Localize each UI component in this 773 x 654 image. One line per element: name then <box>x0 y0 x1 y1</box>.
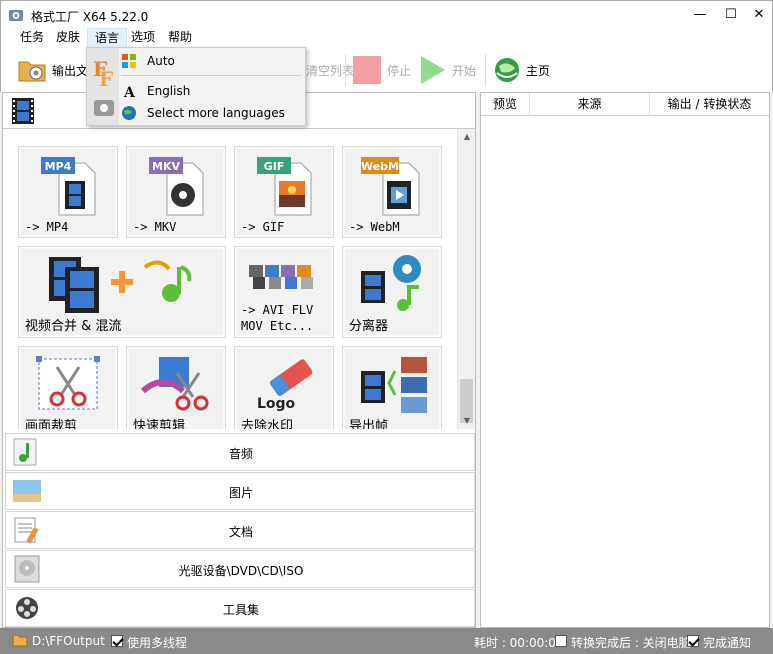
close-button[interactable]: ✕ <box>744 1 773 29</box>
crop-scissors-icon <box>36 356 100 410</box>
language-option-english[interactable]: A English <box>119 80 305 102</box>
multi-format-icon <box>249 265 313 289</box>
stop-icon <box>353 56 381 84</box>
svg-text:F: F <box>99 67 113 91</box>
gif-file-icon: GIF <box>257 157 312 216</box>
menu-task[interactable]: 任务 <box>13 28 51 48</box>
category-disc-drive[interactable]: 光驱设备\DVD\CD\ISO <box>5 550 475 588</box>
start-button[interactable]: 开始 <box>419 53 476 87</box>
clear-list-button[interactable]: 清空列表 <box>301 53 354 87</box>
status-bar: D:\FFOutput 使用多线程 耗时 : 00:00:00 转换完成后 : … <box>0 628 773 654</box>
multithread-label: 使用多线程 <box>127 636 188 650</box>
film-strip-icon <box>12 98 34 124</box>
multithread-checkbox[interactable] <box>111 634 123 648</box>
tile-video-merge-mux[interactable]: 视频合并 & 混流 <box>18 246 226 338</box>
letter-a-icon: A <box>123 85 136 99</box>
tile-label: -> GIF <box>241 220 285 234</box>
tile-label: -> MKV <box>133 220 177 234</box>
quick-cut-icon <box>140 357 209 411</box>
tile-label: 导出帧 <box>349 419 389 429</box>
webm-file-icon: WebM <box>361 157 420 216</box>
language-option-more[interactable]: Select more languages <box>119 102 305 124</box>
tile-to-webm[interactable]: WebM -> WebM <box>342 146 442 238</box>
output-path[interactable]: D:\FFOutput <box>32 634 105 648</box>
toolbar-divider <box>345 54 346 86</box>
globe-home-icon <box>495 58 519 82</box>
format-factory-logo-icon: F F <box>93 57 114 116</box>
tile-label: 分离器 <box>349 319 389 334</box>
svg-text:MKV: MKV <box>152 160 180 173</box>
stop-button[interactable]: 停止 <box>352 53 411 87</box>
tile-splitter[interactable]: 分离器 <box>342 246 442 338</box>
tile-remove-watermark[interactable]: Logo 去除水印 <box>234 346 334 429</box>
menu-side-banner: F F <box>87 48 119 125</box>
svg-text:A: A <box>123 85 136 99</box>
merge-film-music-icon <box>49 257 192 313</box>
scroll-down-arrow-icon[interactable]: ▼ <box>458 413 476 429</box>
tile-quick-cut[interactable]: 快速剪辑 <box>126 346 226 429</box>
svg-text:WebM: WebM <box>361 160 399 173</box>
toolbar-divider <box>485 54 486 86</box>
maximize-button[interactable]: ☐ <box>718 1 744 29</box>
windows-icon <box>122 54 136 68</box>
tile-export-frames[interactable]: 导出帧 <box>342 346 442 429</box>
menu-skin[interactable]: 皮肤 <box>49 28 87 48</box>
tile-to-avi-flv-mov[interactable]: -> AVI FLV MOV Etc... <box>234 246 334 338</box>
category-picture[interactable]: 图片 <box>5 472 475 510</box>
home-button[interactable]: 主页 <box>493 53 550 87</box>
elapsed-time: 耗时 : 00:00:00 <box>474 636 564 650</box>
video-tools-grid: MP4 -> MP4 MKV -> MKV GIF -> GIF WebM ->… <box>3 129 457 429</box>
tile-label: -> AVI FLV MOV Etc... <box>241 303 314 333</box>
app-logo-icon <box>9 10 23 21</box>
tile-to-mkv[interactable]: MKV -> MKV <box>126 146 226 238</box>
category-document[interactable]: 文档 <box>5 511 475 549</box>
grid-scrollbar[interactable]: ▲ ▼ <box>457 129 475 429</box>
column-header-source[interactable]: 来源 <box>530 93 650 116</box>
split-film-music-icon <box>361 255 421 311</box>
shutdown-label: 转换完成后 : 关闭电脑 <box>571 636 691 650</box>
eraser-icon: Logo <box>257 359 313 411</box>
minimize-button[interactable]: — <box>682 1 718 29</box>
column-header-output-status[interactable]: 输出 / 转换状态 <box>650 93 769 116</box>
tile-label: -> WebM <box>349 220 400 234</box>
play-icon <box>421 56 445 84</box>
conversion-panel: MP4 -> MP4 MKV -> MKV GIF -> GIF WebM ->… <box>2 92 476 628</box>
menu-options[interactable]: 选项 <box>124 28 162 48</box>
shutdown-checkbox[interactable] <box>555 634 567 648</box>
tile-label: -> MP4 <box>25 220 69 234</box>
export-frames-icon <box>361 357 427 413</box>
globe-icon <box>122 106 136 120</box>
svg-text:MP4: MP4 <box>45 160 72 173</box>
svg-text:Logo: Logo <box>257 396 296 411</box>
mkv-file-icon: MKV <box>149 157 204 216</box>
notify-checkbox[interactable] <box>687 634 699 648</box>
window-title: 格式工厂 X64 5.22.0 <box>31 10 149 24</box>
language-option-auto[interactable]: Auto <box>119 50 305 72</box>
tile-to-mp4[interactable]: MP4 -> MP4 <box>18 146 118 238</box>
column-header-preview[interactable]: 预览 <box>481 93 530 116</box>
task-list-panel: 预览 来源 输出 / 转换状态 <box>480 92 770 628</box>
task-list-header: 预览 来源 输出 / 转换状态 <box>481 93 769 116</box>
notify-label: 完成通知 <box>703 636 752 650</box>
mp4-file-icon: MP4 <box>41 157 96 216</box>
svg-text:GIF: GIF <box>264 160 285 173</box>
menu-language[interactable]: 语言 <box>87 28 128 48</box>
tile-label: 快速剪辑 <box>133 419 186 429</box>
tile-to-gif[interactable]: GIF -> GIF <box>234 146 334 238</box>
language-dropdown-menu: F F Auto A English Select more languages <box>86 47 306 126</box>
menu-separator <box>121 75 301 76</box>
tile-crop[interactable]: 画面裁剪 <box>18 346 118 429</box>
folder-icon <box>12 634 28 647</box>
menu-help[interactable]: 帮助 <box>161 28 199 48</box>
folder-icon <box>18 61 46 82</box>
category-toolbox[interactable]: 工具集 <box>5 589 475 627</box>
menu-bar: 任务 皮肤 语言 选项 帮助 <box>0 28 773 48</box>
tile-label: 去除水印 <box>241 419 294 429</box>
scroll-up-arrow-icon[interactable]: ▲ <box>458 129 476 145</box>
category-audio[interactable]: 音频 <box>5 433 475 471</box>
tile-label: 画面裁剪 <box>25 419 78 429</box>
tile-label: 视频合并 & 混流 <box>25 319 122 334</box>
title-bar: 格式工厂 X64 5.22.0 — ☐ ✕ <box>0 0 773 28</box>
